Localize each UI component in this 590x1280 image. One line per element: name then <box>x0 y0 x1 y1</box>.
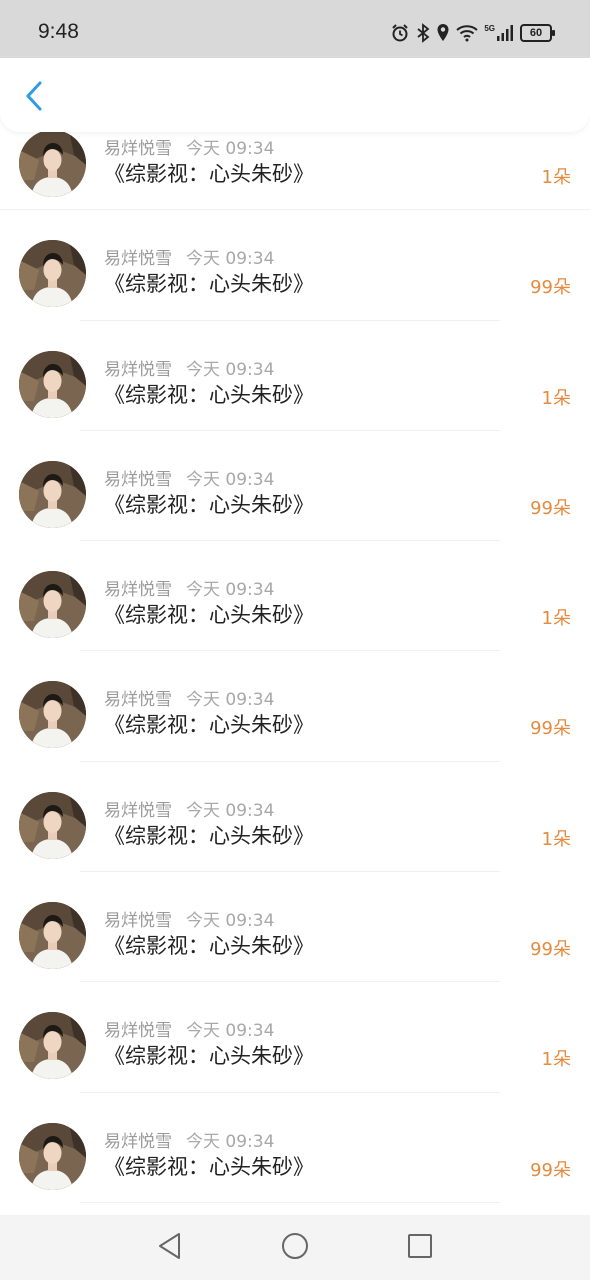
sender-line: 易烊悦雪 今天 09:34 <box>104 1127 274 1152</box>
divider <box>80 1201 500 1203</box>
sender-line: 易烊悦雪 今天 09:34 <box>104 906 274 931</box>
message-text: 《综影视：心头朱砂》 <box>104 272 314 297</box>
system-nav-bar <box>0 1215 590 1280</box>
sender-name: 易烊悦雪 <box>104 911 172 932</box>
gift-amount: 1朵 <box>541 387 571 409</box>
sender-line: 易烊悦雪 今天 09:34 <box>104 685 274 710</box>
sender-name: 易烊悦雪 <box>104 249 172 270</box>
back-triangle-icon <box>157 1232 183 1264</box>
gift-amount: 1朵 <box>541 1049 571 1071</box>
chevron-left-icon <box>24 80 44 116</box>
top-header <box>0 58 590 132</box>
message-text: 《综影视：心头朱砂》 <box>104 162 314 186</box>
timestamp: 今天 09:34 <box>186 800 275 821</box>
message-text: 《综影视：心头朱砂》 <box>104 823 314 848</box>
sender-name: 易烊悦雪 <box>104 469 172 490</box>
sender-line: 易烊悦雪 今天 09:34 <box>104 796 274 821</box>
status-time: 9:48 <box>38 20 79 43</box>
gift-amount: 1朵 <box>541 608 571 630</box>
sender-name: 易烊悦雪 <box>104 690 172 711</box>
message-text: 《综影视：心头朱砂》 <box>104 713 314 738</box>
avatar[interactable] <box>19 571 86 639</box>
timestamp: 今天 09:34 <box>186 580 275 601</box>
gift-record-list: 易烊悦雪 今天 09:34 《综影视：心头朱砂》 1朵 易烊悦雪 今天 09:34 … <box>0 100 590 1203</box>
nav-back-button[interactable] <box>155 1233 185 1263</box>
message-text: 《综影视：心头朱砂》 <box>104 603 314 628</box>
avatar[interactable] <box>19 460 86 528</box>
avatar[interactable] <box>19 902 86 970</box>
timestamp: 今天 09:34 <box>186 249 275 270</box>
home-circle-icon <box>281 1232 309 1264</box>
status-bar: 9:48 5G 60 <box>0 0 590 58</box>
avatar[interactable] <box>19 681 86 749</box>
signal-icon: 5G <box>484 24 514 42</box>
nav-recents-button[interactable] <box>405 1233 435 1263</box>
network-label: 5G <box>484 24 495 33</box>
avatar[interactable] <box>19 130 86 197</box>
list-item[interactable]: 易烊悦雪 今天 09:34 《综影视：心头朱砂》 99朵 <box>0 872 590 983</box>
sender-name: 易烊悦雪 <box>104 1131 172 1152</box>
avatar[interactable] <box>19 1012 86 1080</box>
timestamp: 今天 09:34 <box>186 911 275 932</box>
list-item[interactable]: 易烊悦雪 今天 09:34 《综影视：心头朱砂》 99朵 <box>0 1093 590 1203</box>
list-item[interactable]: 易烊悦雪 今天 09:34 《综影视：心头朱砂》 99朵 <box>0 431 590 542</box>
sender-line: 易烊悦雪 今天 09:34 <box>104 1016 274 1041</box>
nav-home-button[interactable] <box>280 1233 310 1263</box>
battery-level: 60 <box>529 27 543 39</box>
timestamp: 今天 09:34 <box>186 1021 275 1042</box>
message-text: 《综影视：心头朱砂》 <box>104 382 314 407</box>
sender-line: 易烊悦雪 今天 09:34 <box>104 575 274 600</box>
gift-amount: 99朵 <box>530 718 571 740</box>
sender-line: 易烊悦雪 今天 09:34 <box>104 355 274 380</box>
avatar[interactable] <box>19 1122 86 1190</box>
sender-line: 易烊悦雪 今天 09:34 <box>104 465 274 490</box>
gift-amount: 99朵 <box>530 1159 571 1181</box>
message-text: 《综影视：心头朱砂》 <box>104 934 314 959</box>
list-item[interactable]: 易烊悦雪 今天 09:34 《综影视：心头朱砂》 99朵 <box>0 210 590 321</box>
message-text: 《综影视：心头朱砂》 <box>104 492 314 517</box>
list-item[interactable]: 易烊悦雪 今天 09:34 《综影视：心头朱砂》 1朵 <box>0 321 590 431</box>
sender-name: 易烊悦雪 <box>104 359 172 380</box>
alarm-icon <box>390 23 410 43</box>
timestamp: 今天 09:34 <box>186 1131 275 1152</box>
timestamp: 今天 09:34 <box>186 690 275 711</box>
list-item[interactable]: 易烊悦雪 今天 09:34 《综影视：心头朱砂》 1朵 <box>0 762 590 873</box>
avatar[interactable] <box>19 350 86 418</box>
gift-amount: 99朵 <box>530 939 571 961</box>
gift-amount: 1朵 <box>541 167 571 188</box>
avatar[interactable] <box>19 791 86 859</box>
wifi-icon <box>456 24 479 42</box>
sender-name: 易烊悦雪 <box>104 139 172 159</box>
location-icon <box>436 23 450 43</box>
back-button[interactable] <box>18 80 50 116</box>
timestamp: 今天 09:34 <box>186 359 275 380</box>
message-text: 《综影视：心头朱砂》 <box>104 1154 314 1179</box>
message-text: 《综影视：心头朱砂》 <box>104 1044 314 1069</box>
sender-name: 易烊悦雪 <box>104 580 172 601</box>
bluetooth-icon <box>416 23 430 43</box>
list-item[interactable]: 易烊悦雪 今天 09:34 《综影视：心头朱砂》 1朵 <box>0 541 590 652</box>
gift-amount: 1朵 <box>541 828 571 850</box>
sender-name: 易烊悦雪 <box>104 1021 172 1042</box>
timestamp: 今天 09:34 <box>186 469 275 490</box>
gift-amount: 99朵 <box>530 497 571 519</box>
list-item[interactable]: 易烊悦雪 今天 09:34 《综影视：心头朱砂》 99朵 <box>0 651 590 762</box>
status-icons: 5G 60 <box>390 20 555 46</box>
avatar[interactable] <box>19 240 86 308</box>
timestamp: 今天 09:34 <box>186 139 275 159</box>
gift-amount: 99朵 <box>530 277 571 299</box>
battery-icon: 60 <box>520 24 555 42</box>
sender-line: 易烊悦雪 今天 09:34 <box>104 134 274 159</box>
sender-name: 易烊悦雪 <box>104 800 172 821</box>
recents-square-icon <box>407 1233 433 1263</box>
list-item[interactable]: 易烊悦雪 今天 09:34 《综影视：心头朱砂》 1朵 <box>0 982 590 1093</box>
sender-line: 易烊悦雪 今天 09:34 <box>104 244 274 269</box>
